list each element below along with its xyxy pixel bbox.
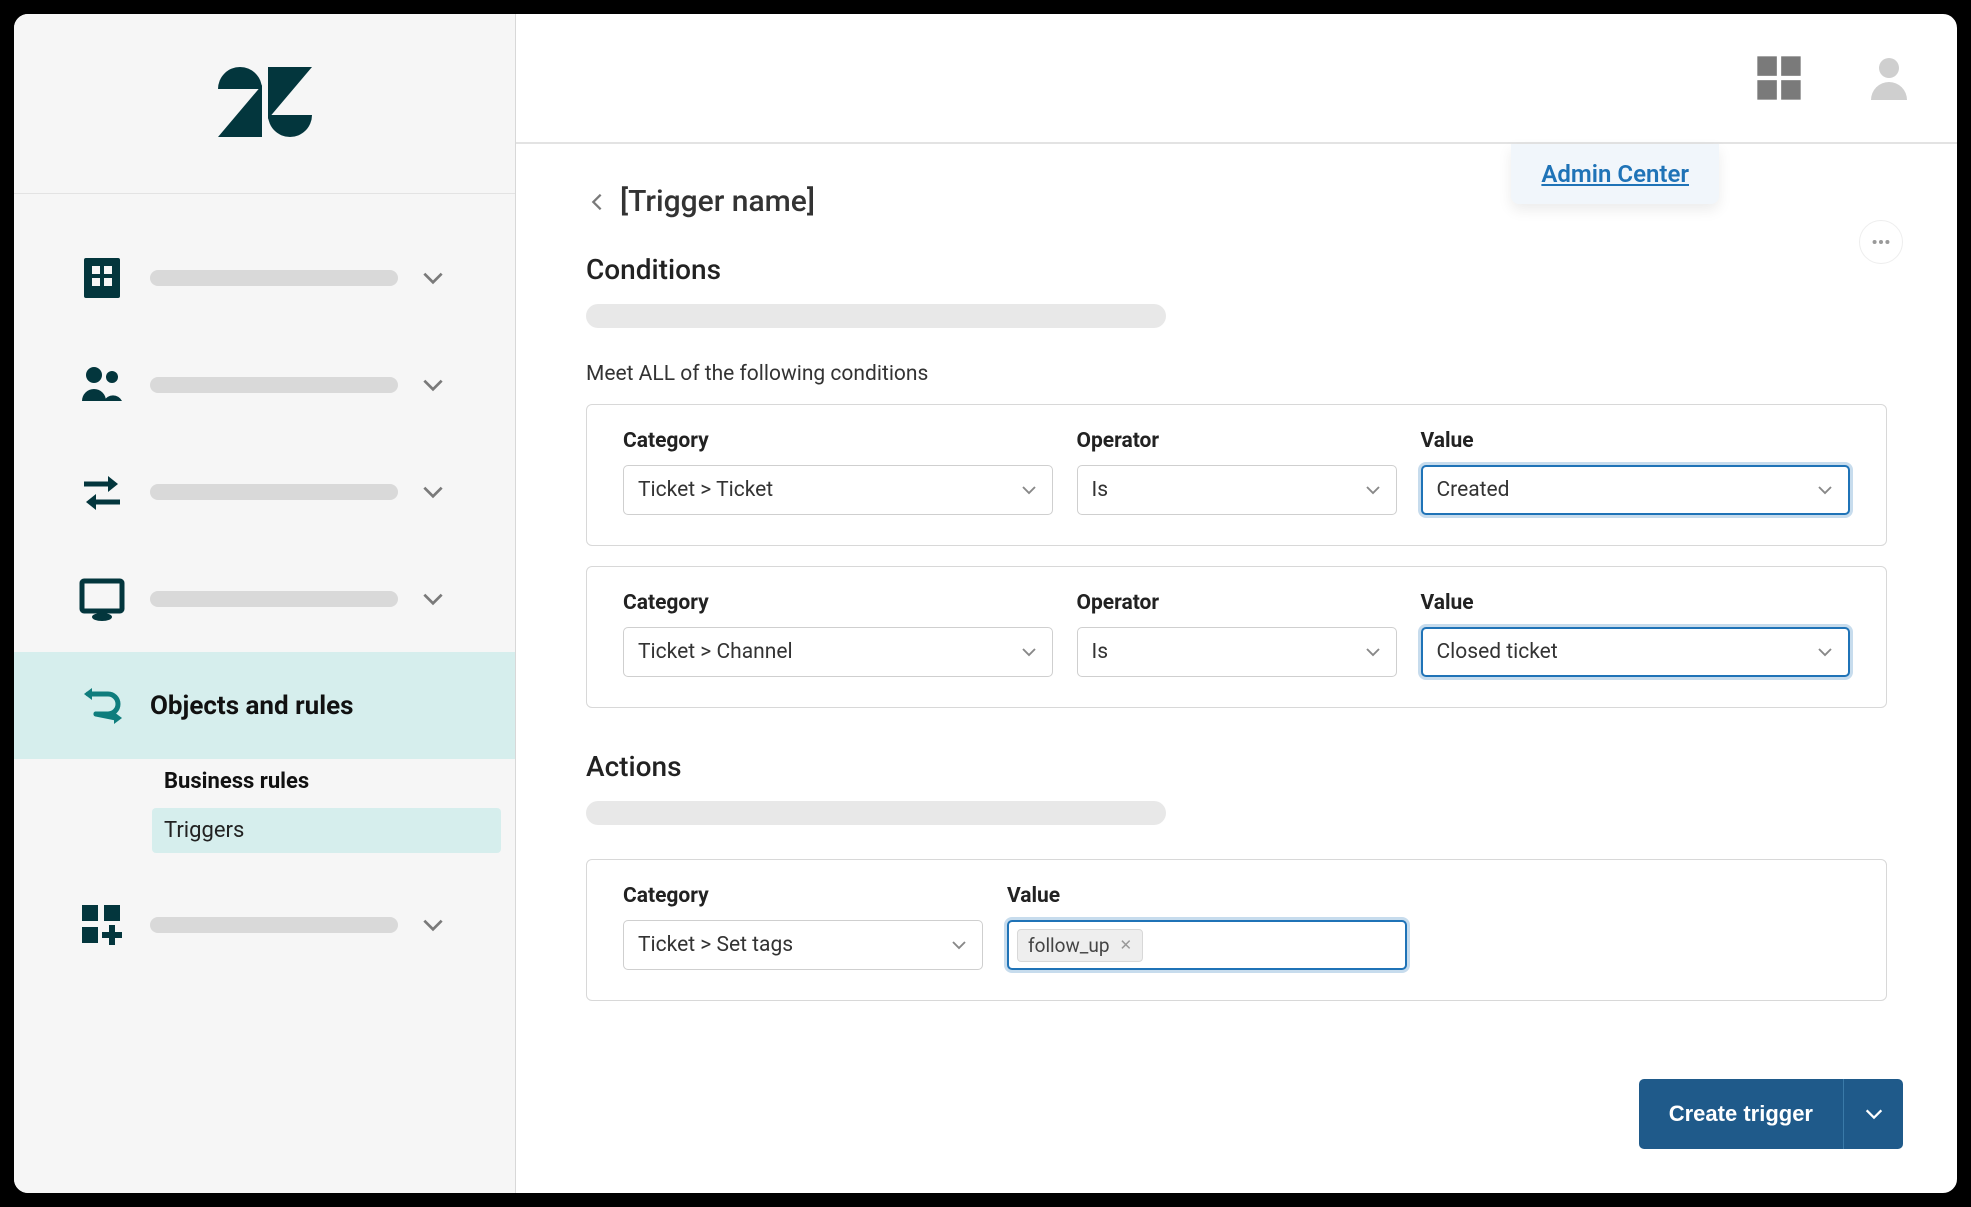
condition-value-select[interactable]: Closed ticket: [1421, 627, 1851, 677]
profile-icon[interactable]: [1865, 54, 1913, 102]
admin-center-tooltip: Admin Center: [1511, 144, 1719, 204]
sidebar: Objects and rules Business rules Trigger…: [14, 14, 516, 1193]
chevron-down-icon: [950, 936, 968, 954]
sub-heading-business-rules: Business rules: [152, 759, 515, 802]
apps-plus-icon: [76, 901, 128, 949]
create-trigger-dropdown-button[interactable]: [1843, 1079, 1903, 1149]
chevron-down-icon: [1816, 481, 1834, 499]
condition-row: Category Ticket > Channel Operator Is Va…: [586, 566, 1887, 708]
tag-label: follow_up: [1028, 934, 1110, 957]
chevron-down-icon: [1020, 643, 1038, 661]
field-label-category: Category: [623, 884, 983, 908]
condition-operator-select[interactable]: Is: [1077, 627, 1397, 677]
actions-heading: Actions: [586, 750, 1887, 783]
action-category-select[interactable]: Ticket > Set tags: [623, 920, 983, 970]
chevron-down-icon: [1364, 643, 1382, 661]
nav-list: Objects and rules Business rules Trigger…: [14, 194, 515, 978]
sidebar-item-objects-rules[interactable]: Objects and rules: [14, 652, 515, 759]
field-label-operator: Operator: [1077, 591, 1397, 615]
chevron-down-icon: [1020, 481, 1038, 499]
chevron-down-icon: [420, 912, 446, 938]
select-value: Is: [1092, 478, 1109, 502]
zendesk-logo-icon: [218, 67, 312, 141]
create-trigger-button[interactable]: Create trigger: [1639, 1079, 1843, 1149]
more-actions-button[interactable]: [1859, 220, 1903, 264]
select-value: Is: [1092, 640, 1109, 664]
meet-all-label: Meet ALL of the following conditions: [586, 362, 1887, 386]
nav-placeholder: [150, 484, 398, 500]
nav-placeholder: [150, 917, 398, 933]
people-icon: [76, 361, 128, 409]
workflow-icon: [76, 682, 128, 730]
condition-operator-select[interactable]: Is: [1077, 465, 1397, 515]
tag-chip: follow_up ✕: [1017, 929, 1143, 962]
condition-value-select[interactable]: Created: [1421, 465, 1851, 515]
field-label-value: Value: [1421, 429, 1851, 453]
actions-desc-placeholder: [586, 801, 1166, 825]
back-chevron-icon[interactable]: [586, 191, 608, 213]
admin-center-link[interactable]: Admin Center: [1541, 160, 1689, 188]
arrows-icon: [76, 468, 128, 516]
footer-actions: Create trigger: [1639, 1079, 1903, 1149]
chevron-down-icon: [420, 372, 446, 398]
monitor-icon: [76, 575, 128, 623]
select-value: Closed ticket: [1437, 640, 1558, 664]
conditions-desc-placeholder: [586, 304, 1166, 328]
nav-label: Objects and rules: [150, 691, 487, 721]
nav-placeholder: [150, 270, 398, 286]
remove-tag-icon[interactable]: ✕: [1120, 936, 1133, 954]
select-value: Ticket > Set tags: [638, 933, 793, 957]
sidebar-item-placeholder-2[interactable]: [14, 331, 515, 438]
main-area: Admin Center [Trigger name] Conditions M…: [516, 14, 1957, 1193]
app-window: Objects and rules Business rules Trigger…: [0, 0, 1971, 1207]
nav-placeholder: [150, 377, 398, 393]
select-value: Ticket > Channel: [638, 640, 793, 664]
topbar: [516, 14, 1957, 144]
apps-switcher-icon[interactable]: [1753, 52, 1805, 104]
building-icon: [76, 254, 128, 302]
sidebar-item-placeholder-4[interactable]: [14, 545, 515, 652]
action-tags-input[interactable]: follow_up ✕: [1007, 920, 1407, 970]
content: [Trigger name] Conditions Meet ALL of th…: [516, 144, 1957, 1193]
conditions-heading: Conditions: [586, 253, 1887, 286]
sidebar-item-placeholder-3[interactable]: [14, 438, 515, 545]
field-label-value: Value: [1007, 884, 1407, 908]
page-title: [Trigger name]: [620, 184, 815, 219]
chevron-down-icon: [420, 265, 446, 291]
chevron-down-icon: [420, 586, 446, 612]
condition-category-select[interactable]: Ticket > Ticket: [623, 465, 1053, 515]
sub-nav: Business rules Triggers: [14, 759, 515, 853]
nav-placeholder: [150, 591, 398, 607]
chevron-down-icon: [1364, 481, 1382, 499]
field-label-category: Category: [623, 591, 1053, 615]
select-value: Created: [1437, 478, 1510, 502]
condition-row: Category Ticket > Ticket Operator Is Val…: [586, 404, 1887, 546]
action-row: Category Ticket > Set tags Value follow_…: [586, 859, 1887, 1001]
field-label-category: Category: [623, 429, 1053, 453]
field-label-operator: Operator: [1077, 429, 1397, 453]
condition-category-select[interactable]: Ticket > Channel: [623, 627, 1053, 677]
sub-item-triggers[interactable]: Triggers: [152, 808, 501, 853]
sidebar-item-placeholder-5[interactable]: [14, 871, 515, 978]
field-label-value: Value: [1421, 591, 1851, 615]
sidebar-item-placeholder-1[interactable]: [14, 224, 515, 331]
chevron-down-icon: [420, 479, 446, 505]
logo-area: [14, 14, 515, 194]
select-value: Ticket > Ticket: [638, 478, 773, 502]
chevron-down-icon: [1816, 643, 1834, 661]
